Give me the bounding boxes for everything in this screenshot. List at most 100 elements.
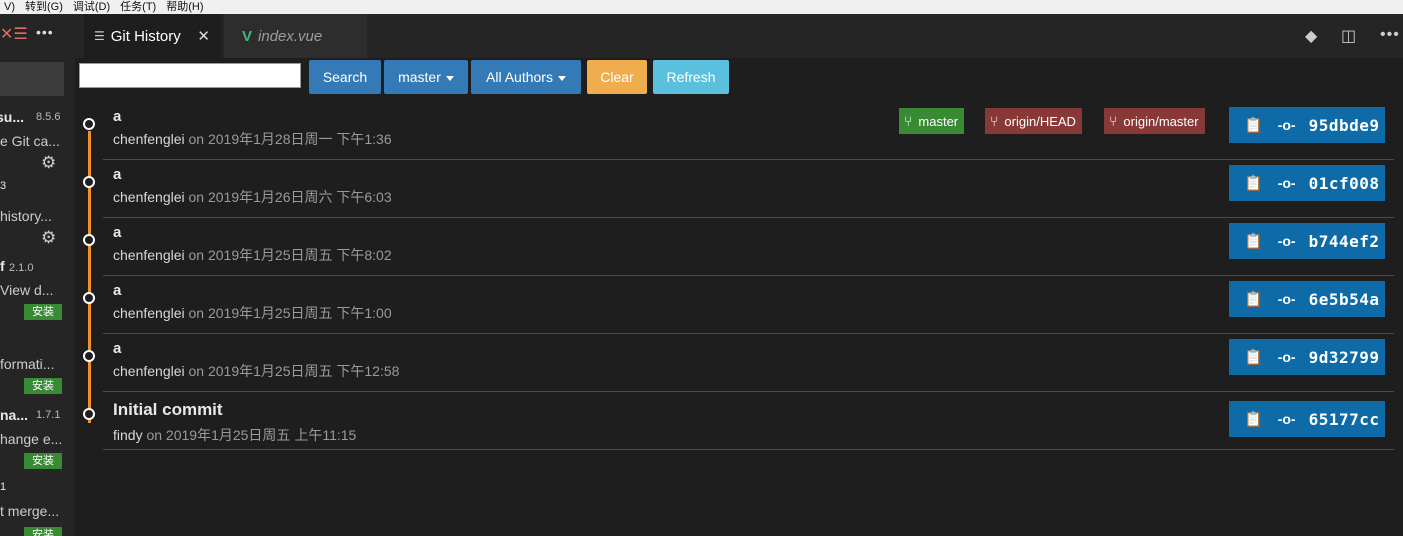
extension-description: hange e... [0,431,63,447]
commit-hash-button[interactable]: 📋 -o- 01cf008 [1229,165,1385,201]
menu-help[interactable]: 帮助(H) [162,0,209,14]
refresh-button[interactable]: Refresh [653,60,729,94]
commit-hash-button[interactable]: 📋 -o- 95dbde9 [1229,107,1385,143]
extension-name: 1 [0,481,7,493]
extension-version: 2.1.0 [9,262,34,274]
tab-git-history[interactable]: ☰ Git History ✕ [84,14,222,58]
split-editor-icon[interactable]: ◫ [1341,26,1356,46]
commit-hash: 65177cc [1308,409,1380,429]
close-icon[interactable]: ✕ [197,27,210,45]
commit-hash-button[interactable]: 📋 -o- 9d32799 [1229,339,1385,375]
menu-tasks[interactable]: 任务(T) [116,0,162,14]
commit-message: a [113,282,122,299]
clear-extensions-icon[interactable]: ✕☰ [0,24,28,44]
install-button[interactable]: 安装 [24,304,62,320]
commit-date: on 2019年1月25日周五 上午11:15 [142,427,357,443]
commit-author: chenfenglei [113,189,185,205]
vue-icon: V [242,27,253,45]
commit-node [83,234,95,246]
search-input[interactable] [79,63,301,88]
commit-meta: chenfenglei on 2019年1月26日周六 下午6:03 [113,187,392,207]
install-button[interactable]: 安装 [24,378,62,394]
extension-name: 3 [0,180,7,192]
editor-tab-bar: ☰ Git History ✕ V index.vue ◆ ◫ ••• [75,14,1403,58]
menu-view[interactable]: V) [0,0,21,14]
commit-node [83,292,95,304]
more-actions-icon[interactable]: ••• [36,24,54,40]
gear-icon[interactable]: ⚙ [41,153,56,173]
commit-graph-line [88,131,91,423]
menu-goto[interactable]: 转到(G) [21,0,69,14]
commit-author: chenfenglei [113,305,185,321]
tab-label: Git History [110,27,181,45]
extension-name: su... [0,109,25,125]
commit-message: Initial commit [113,400,223,419]
commit-node [83,350,95,362]
commit-row[interactable]: a chenfenglei on 2019年1月26日周六 下午6:03 📋 -… [83,160,1394,218]
commit-icon: -o- [1277,411,1296,427]
commit-author: chenfenglei [113,363,185,379]
extension-search-input[interactable] [0,62,64,96]
branch-badge-remote[interactable]: ⑂ origin/HEAD [985,108,1082,134]
commit-message: a [113,224,122,241]
commit-hash-button[interactable]: 📋 -o- 6e5b54a [1229,281,1385,317]
commit-date: on 2019年1月25日周五 下午12:58 [184,363,400,379]
extension-description: View d... [0,282,54,298]
commit-hash-button[interactable]: 📋 -o- b744ef2 [1229,223,1385,259]
extension-version: 8.5.6 [36,111,61,123]
clipboard-icon[interactable]: 📋 [1244,116,1263,134]
install-button[interactable]: 安装 [24,453,62,469]
commit-meta: chenfenglei on 2019年1月25日周五 下午8:02 [113,245,392,265]
commit-row[interactable]: a chenfenglei on 2019年1月25日周五 下午1:00 📋 -… [83,276,1394,334]
branch-dropdown[interactable]: master [384,60,468,94]
commit-icon: -o- [1277,233,1296,249]
search-button[interactable]: Search [309,60,381,94]
commit-node [83,408,95,420]
sidebar-header: ✕☰ ••• [0,14,75,58]
branch-badge-local[interactable]: ⑂ master [899,108,965,134]
extension-name: f [0,258,5,274]
clear-button[interactable]: Clear [587,60,647,94]
authors-label: All Authors [486,69,553,85]
commit-message: a [113,340,122,357]
commit-author: findy [113,427,143,443]
commit-author: chenfenglei [113,247,185,263]
branch-icon: ⑂ [990,113,999,129]
install-button[interactable]: 安装 [24,527,62,536]
git-compare-icon[interactable]: ◆ [1305,26,1317,46]
branch-badge-label: origin/master [1123,113,1199,129]
gear-icon[interactable]: ⚙ [41,228,56,248]
commit-node [83,176,95,188]
menu-debug[interactable]: 调试(D) [69,0,116,14]
commit-row[interactable]: a chenfenglei on 2019年1月25日周五 下午12:58 📋 … [83,334,1394,392]
extension-description: e Git ca... [0,133,60,149]
clipboard-icon[interactable]: 📋 [1244,174,1263,192]
commit-hash-button[interactable]: 📋 -o- 65177cc [1229,401,1385,437]
extension-description: formati... [0,356,55,372]
clipboard-icon[interactable]: 📋 [1244,410,1263,428]
commit-meta: chenfenglei on 2019年1月28日周一 下午1:36 [113,129,392,149]
branch-badge-remote[interactable]: ⑂ origin/master [1104,108,1205,134]
more-actions-icon[interactable]: ••• [1380,26,1400,44]
commit-row[interactable]: Initial commit findy on 2019年1月25日周五 上午1… [83,392,1394,450]
commit-author: chenfenglei [113,131,185,147]
git-history-view: Search master All Authors Clear Refresh … [75,58,1403,536]
commit-row[interactable]: a chenfenglei on 2019年1月25日周五 下午8:02 📋 -… [83,218,1394,276]
clipboard-icon[interactable]: 📋 [1244,290,1263,308]
extensions-sidebar: ✕☰ ••• su... 8.5.6 e Git ca... ⚙ 3 histo… [0,14,75,536]
commit-date: on 2019年1月25日周五 下午1:00 [184,305,392,321]
authors-dropdown[interactable]: All Authors [471,60,581,94]
clipboard-icon[interactable]: 📋 [1244,348,1263,366]
commit-hash: b744ef2 [1308,231,1380,251]
tab-index-vue[interactable]: V index.vue [224,14,367,58]
branch-icon: ⑂ [1109,113,1118,129]
commit-row[interactable]: a chenfenglei on 2019年1月28日周一 下午1:36 ⑂ ma… [83,102,1394,160]
branch-label: master [398,69,441,85]
commit-icon: -o- [1277,117,1296,133]
commit-icon: -o- [1277,291,1296,307]
commit-meta: findy on 2019年1月25日周五 上午11:15 [113,425,356,445]
commit-hash: 01cf008 [1308,173,1380,193]
clipboard-icon[interactable]: 📋 [1244,232,1263,250]
commit-icon: -o- [1277,175,1296,191]
commit-meta: chenfenglei on 2019年1月25日周五 下午1:00 [113,303,392,323]
